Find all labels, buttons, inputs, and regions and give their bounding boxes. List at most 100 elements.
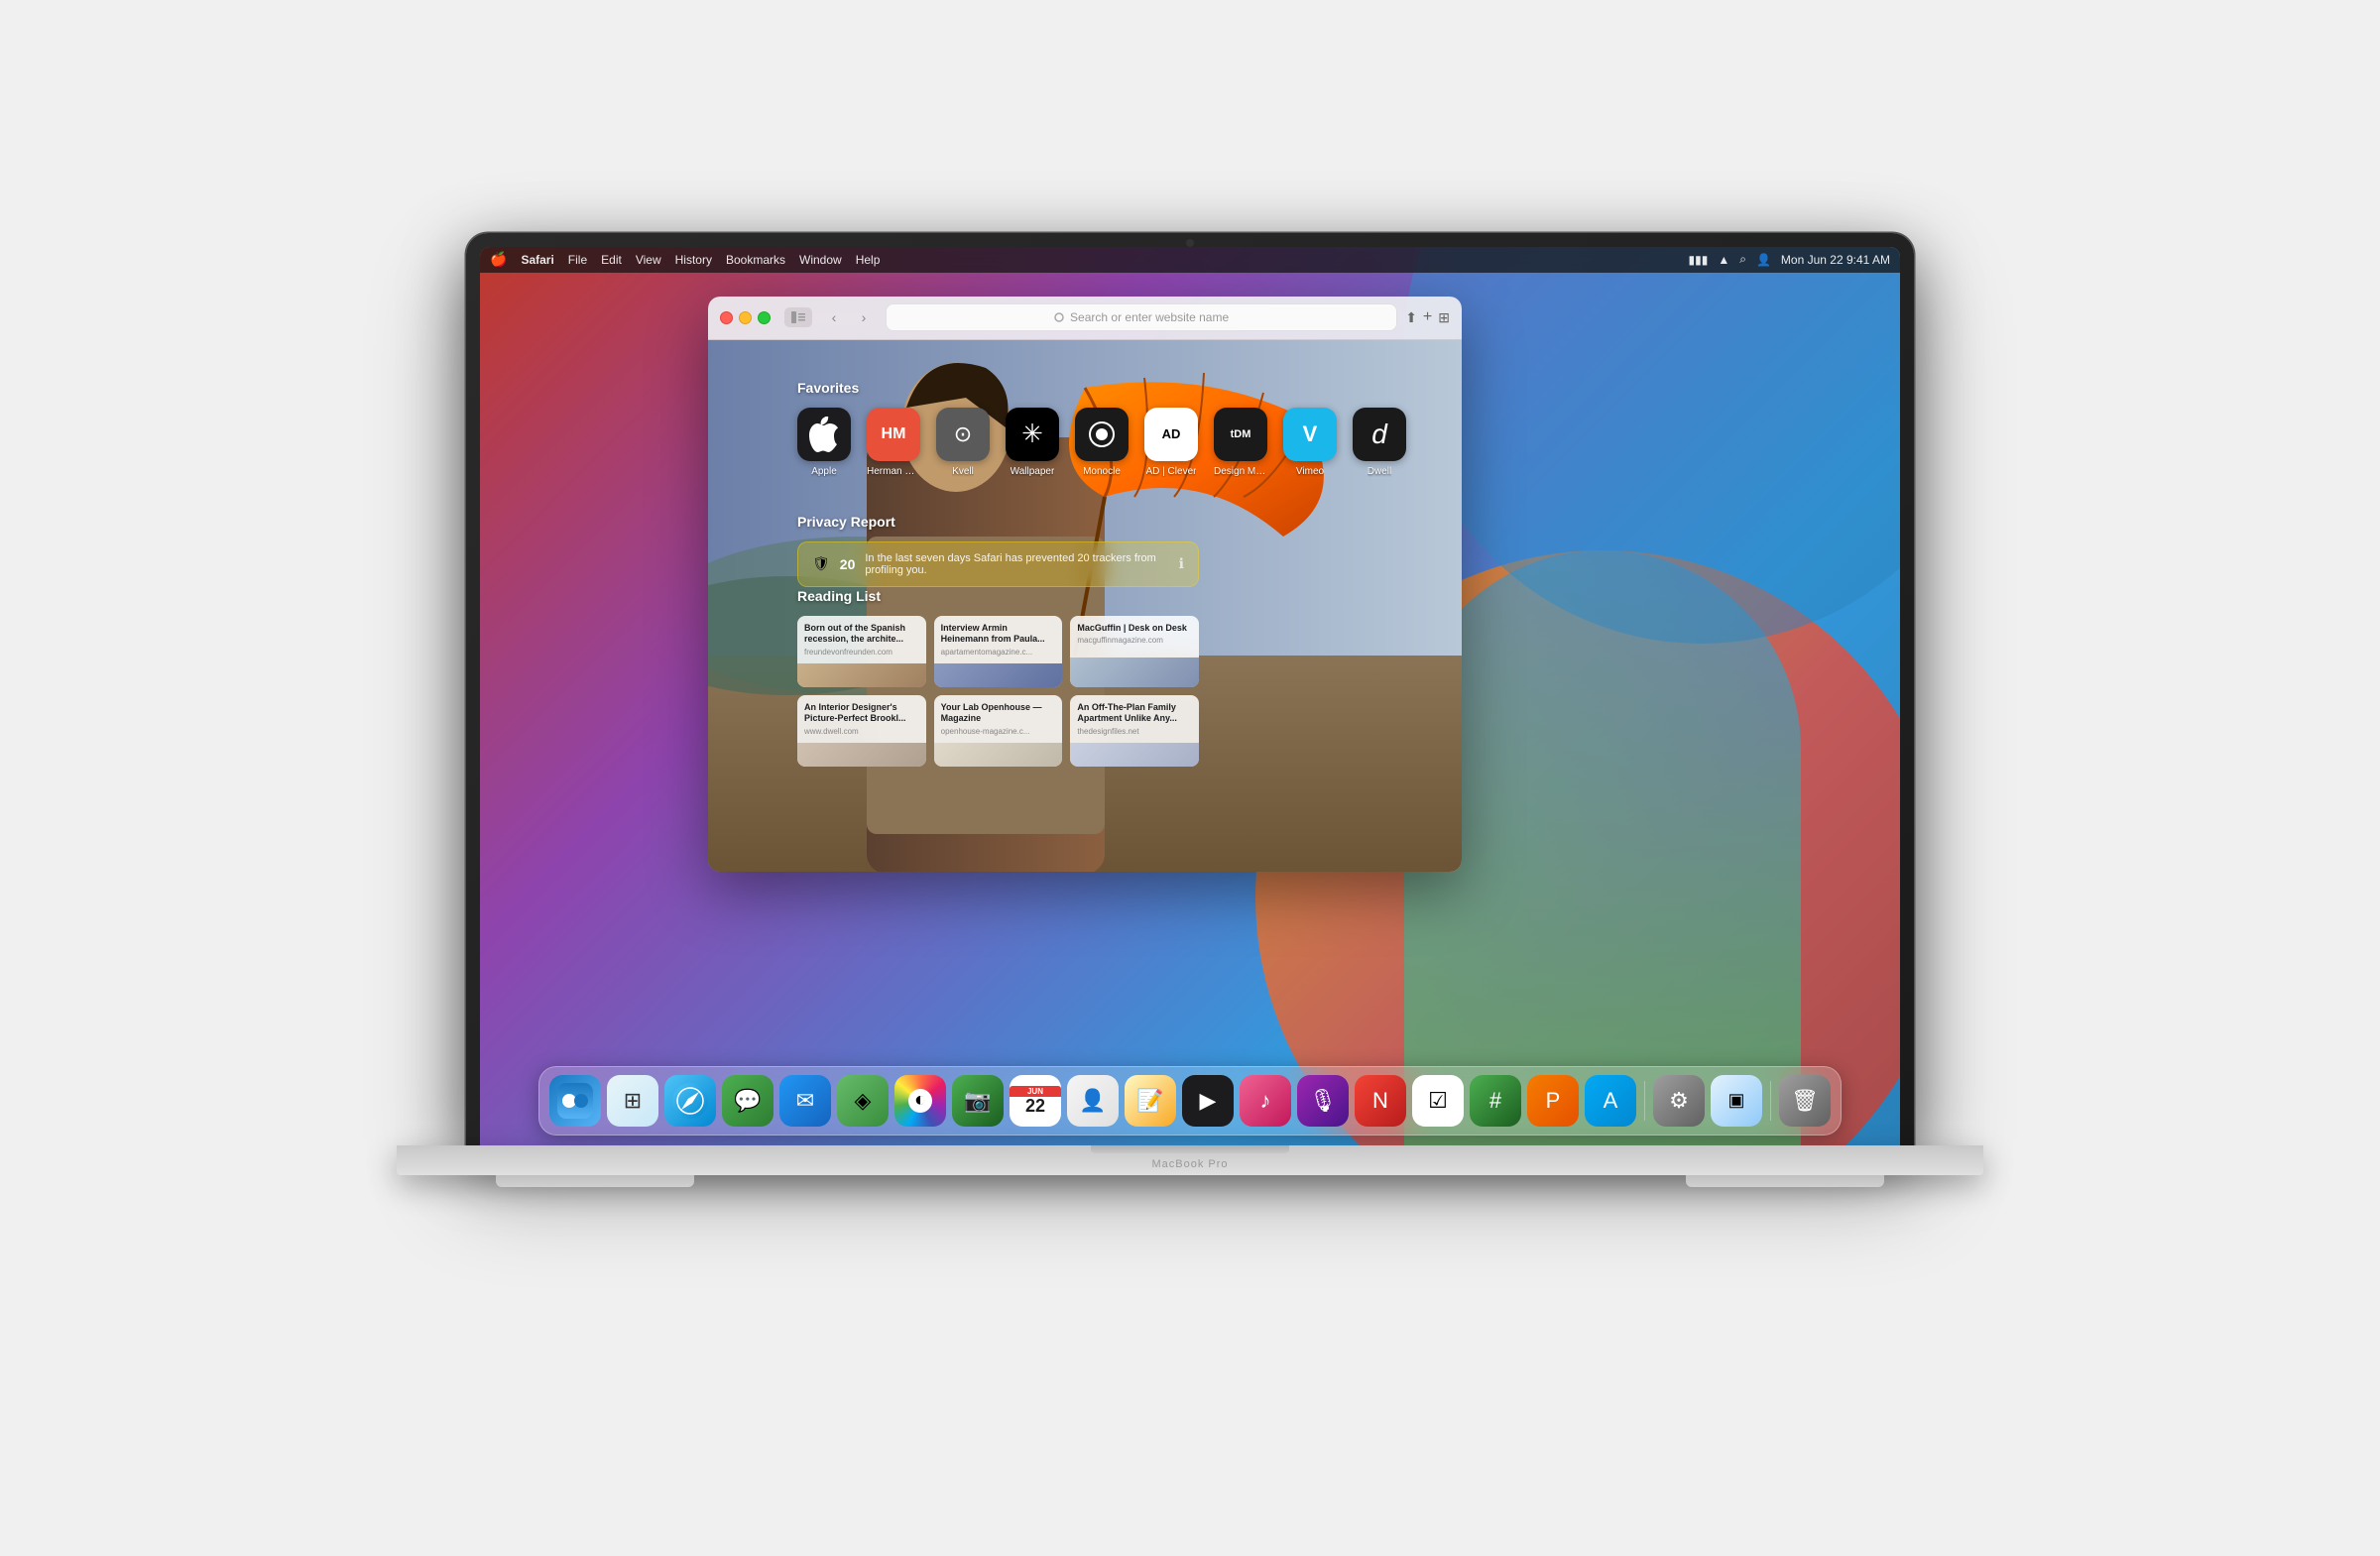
- address-bar-lock-icon: [1054, 312, 1064, 322]
- fav-ad-label: AD | Clever: [1146, 466, 1197, 477]
- dock-maps[interactable]: ◈: [837, 1075, 889, 1127]
- dock-contacts[interactable]: 👤: [1067, 1075, 1119, 1127]
- reading-card-content: An Interior Designer's Picture-Perfect B…: [797, 695, 926, 743]
- fav-vimeo-icon: V: [1283, 408, 1337, 461]
- privacy-section: Privacy Report 🛡 20 In the last seven da…: [797, 514, 1199, 587]
- fav-tdm-label: Design Museum: [1214, 466, 1267, 477]
- dock-podcasts[interactable]: 🎙: [1297, 1075, 1349, 1127]
- fav-wallpaper[interactable]: ✳ Wallpaper: [1006, 408, 1059, 477]
- macbook-foot-left: [496, 1175, 694, 1187]
- macbook-foot-right: [1686, 1175, 1884, 1187]
- menu-history[interactable]: History: [675, 253, 712, 267]
- dock-numbers[interactable]: #: [1470, 1075, 1521, 1127]
- fav-vimeo[interactable]: V Vimeo: [1283, 408, 1337, 477]
- reading-item-4[interactable]: Your Lab Openhouse — Magazine openhouse-…: [934, 695, 1063, 767]
- fav-dwell-icon: d: [1353, 408, 1406, 461]
- favorites-grid: Apple HM Herman Miller ⊙ Kvell: [797, 408, 1406, 477]
- fav-ad[interactable]: AD AD | Clever: [1144, 408, 1198, 477]
- privacy-bar[interactable]: 🛡 20 In the last seven days Safari has p…: [797, 541, 1199, 587]
- dock-appstore[interactable]: A: [1585, 1075, 1636, 1127]
- dock-reminders[interactable]: ☑: [1412, 1075, 1464, 1127]
- reading-card-url: www.dwell.com: [804, 727, 919, 736]
- fav-kvell-label: Kvell: [952, 466, 974, 477]
- dock-notes[interactable]: 📝: [1125, 1075, 1176, 1127]
- reading-thumb: [934, 743, 1063, 767]
- reading-thumb: [1070, 658, 1199, 687]
- menu-bar-right: ▮▮▮ ▲ ⌕ 👤 Mon Jun 22 9:41 AM: [1689, 252, 1890, 267]
- reading-item-2[interactable]: MacGuffin | Desk on Desk macguffinmagazi…: [1070, 616, 1199, 687]
- dock-launchpad[interactable]: ⊞: [607, 1075, 658, 1127]
- address-bar-text: Search or enter website name: [1070, 310, 1229, 324]
- nav-buttons: ‹ ›: [820, 303, 878, 331]
- fav-ad-icon: AD: [1144, 408, 1198, 461]
- dock-messages[interactable]: 💬: [722, 1075, 774, 1127]
- dock-safari[interactable]: [664, 1075, 716, 1127]
- favorites-section: Favorites Apple HM: [797, 380, 1406, 477]
- reading-item-1[interactable]: Interview Armin Heinemann from Paula... …: [934, 616, 1063, 687]
- fav-kvell[interactable]: ⊙ Kvell: [936, 408, 990, 477]
- menu-view[interactable]: View: [636, 253, 661, 267]
- dock-trash[interactable]: 🗑: [1779, 1075, 1831, 1127]
- traffic-lights: [720, 311, 771, 324]
- extensions-icon[interactable]: ⊞: [1438, 309, 1450, 326]
- fav-tdm[interactable]: tDM Design Museum: [1214, 408, 1267, 477]
- app-name[interactable]: Safari: [521, 253, 553, 267]
- reading-card-url: macguffinmagazine.com: [1077, 636, 1192, 645]
- dock-finder[interactable]: [549, 1075, 601, 1127]
- reading-item-0[interactable]: Born out of the Spanish recession, the a…: [797, 616, 926, 687]
- dock-music[interactable]: ♪: [1240, 1075, 1291, 1127]
- reading-title: Reading List: [797, 588, 1199, 604]
- fav-monocle[interactable]: Monocle: [1075, 408, 1129, 477]
- share-icon[interactable]: ⬆: [1405, 309, 1417, 326]
- fav-herman-miller[interactable]: HM Herman Miller: [867, 408, 920, 477]
- fav-apple[interactable]: Apple: [797, 408, 851, 477]
- reading-card-content: Born out of the Spanish recession, the a…: [797, 616, 926, 663]
- search-menubar-icon[interactable]: ⌕: [1739, 252, 1746, 267]
- dock-calendar[interactable]: JUN Calendar 22: [1010, 1075, 1061, 1127]
- fav-wallpaper-icon: ✳: [1006, 408, 1059, 461]
- minimize-button[interactable]: [739, 311, 752, 324]
- reading-section: Reading List Born out of the Spanish rec…: [797, 588, 1199, 767]
- dock-settings[interactable]: ⚙: [1653, 1075, 1705, 1127]
- reading-grid: Born out of the Spanish recession, the a…: [797, 616, 1199, 767]
- reading-card-title: MacGuffin | Desk on Desk: [1077, 623, 1192, 635]
- dock: ⊞ 💬 ✉ ◈ ◐: [538, 1066, 1842, 1136]
- camera: [1186, 239, 1194, 247]
- reading-card-title: An Interior Designer's Picture-Perfect B…: [804, 702, 919, 725]
- dock-photos[interactable]: ◐: [894, 1075, 946, 1127]
- menu-edit[interactable]: Edit: [601, 253, 622, 267]
- privacy-info-icon[interactable]: ℹ: [1179, 555, 1184, 572]
- clock: Mon Jun 22 9:41 AM: [1781, 253, 1890, 267]
- dock-multitasking[interactable]: ▣: [1711, 1075, 1762, 1127]
- macbook-label: MacBook Pro: [1151, 1158, 1228, 1170]
- menu-file[interactable]: File: [568, 253, 587, 267]
- dock-mail[interactable]: ✉: [779, 1075, 831, 1127]
- forward-button[interactable]: ›: [850, 303, 878, 331]
- back-button[interactable]: ‹: [820, 303, 848, 331]
- reading-item-5[interactable]: An Off-The-Plan Family Apartment Unlike …: [1070, 695, 1199, 767]
- apple-menu-icon[interactable]: 🍎: [490, 251, 507, 268]
- sidebar-toggle[interactable]: [784, 307, 812, 327]
- screen: 🍎 Safari File Edit View History Bookmark…: [480, 247, 1900, 1145]
- menu-help[interactable]: Help: [856, 253, 881, 267]
- dock-news[interactable]: N: [1355, 1075, 1406, 1127]
- close-button[interactable]: [720, 311, 733, 324]
- fullscreen-button[interactable]: [758, 311, 771, 324]
- reading-card-content: Interview Armin Heinemann from Paula... …: [934, 616, 1063, 663]
- new-tab-icon[interactable]: +: [1423, 308, 1432, 326]
- favorites-title: Favorites: [797, 380, 1406, 396]
- safari-window: ‹ › Search or enter website name ⬆ +: [708, 297, 1462, 872]
- fav-wallpaper-label: Wallpaper: [1011, 466, 1055, 477]
- dock-separator: [1644, 1081, 1645, 1121]
- dock-appletv[interactable]: ▶: [1182, 1075, 1234, 1127]
- reading-card-url: apartamentomagazine.c...: [941, 648, 1056, 657]
- fav-dwell[interactable]: d Dwell: [1353, 408, 1406, 477]
- menu-bookmarks[interactable]: Bookmarks: [726, 253, 785, 267]
- menu-window[interactable]: Window: [799, 253, 842, 267]
- reading-card-title: Your Lab Openhouse — Magazine: [941, 702, 1056, 725]
- address-bar[interactable]: Search or enter website name: [886, 303, 1397, 331]
- privacy-count: 20: [840, 556, 856, 572]
- reading-item-3[interactable]: An Interior Designer's Picture-Perfect B…: [797, 695, 926, 767]
- dock-facetime[interactable]: 📷: [952, 1075, 1004, 1127]
- dock-pages[interactable]: P: [1527, 1075, 1579, 1127]
